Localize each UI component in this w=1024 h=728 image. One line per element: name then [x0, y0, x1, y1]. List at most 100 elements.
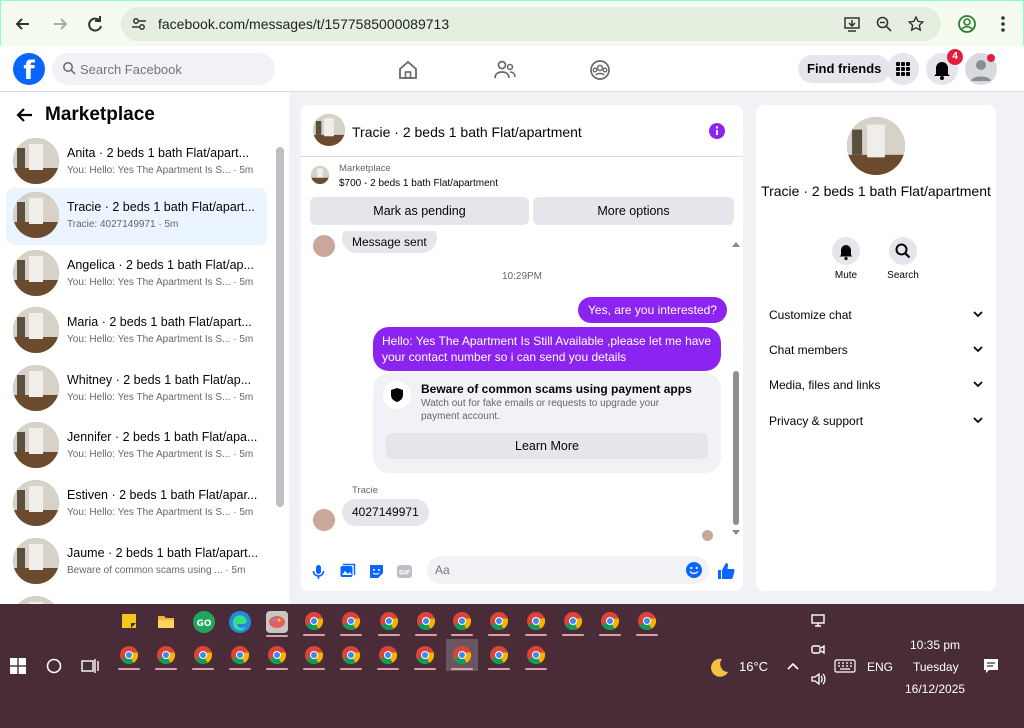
- chrome-window-icon[interactable]: [150, 639, 182, 671]
- info-icon[interactable]: [708, 122, 726, 140]
- chat-scrollbar[interactable]: [733, 371, 739, 525]
- chrome-window-icon[interactable]: [594, 605, 626, 637]
- account-avatar[interactable]: [965, 53, 997, 85]
- chrome-window-icon[interactable]: [446, 639, 478, 671]
- keyboard-icon[interactable]: [834, 659, 856, 673]
- chrome-window-icon[interactable]: [261, 639, 293, 671]
- friends-icon[interactable]: [493, 58, 517, 82]
- windows-start-icon[interactable]: [10, 658, 26, 674]
- media-files-links-item[interactable]: Media, files and links: [769, 378, 984, 392]
- chrome-window-icon[interactable]: [373, 605, 405, 637]
- clock-day[interactable]: Tuesday: [913, 660, 959, 674]
- gif-icon[interactable]: GIF: [396, 563, 413, 580]
- reload-icon[interactable]: [84, 13, 106, 35]
- emoji-icon[interactable]: [685, 561, 703, 579]
- chrome-window-icon[interactable]: [483, 605, 515, 637]
- conversation-scrollbar[interactable]: [276, 147, 284, 507]
- photo-icon[interactable]: [339, 563, 356, 580]
- url-text[interactable]: facebook.com/messages/t/1577585000089713: [158, 16, 449, 32]
- chrome-window-icon[interactable]: [298, 605, 330, 637]
- chrome-window-icon[interactable]: [520, 605, 552, 637]
- chrome-window-icon[interactable]: [410, 605, 442, 637]
- file-explorer-icon[interactable]: [157, 613, 175, 629]
- volume-icon[interactable]: [810, 671, 826, 687]
- conversation-item[interactable]: Whitney · 2 beds 1 bath Flat/ap... You: …: [6, 361, 267, 418]
- forward-icon[interactable]: [49, 13, 71, 35]
- chrome-window-icon[interactable]: [298, 639, 330, 671]
- mark-as-pending-button[interactable]: Mark as pending: [310, 197, 529, 225]
- facebook-logo-icon[interactable]: f: [13, 53, 45, 86]
- message-input[interactable]: [435, 556, 675, 584]
- thumbs-up-icon[interactable]: [716, 561, 736, 581]
- microphone-icon[interactable]: [310, 563, 327, 580]
- edge-browser-icon[interactable]: [229, 611, 251, 633]
- more-options-button[interactable]: More options: [533, 197, 734, 225]
- chrome-window-icon[interactable]: [483, 639, 515, 671]
- scroll-down-icon[interactable]: [731, 529, 741, 537]
- conversation-item[interactable]: Angelica · 2 beds 1 bath Flat/ap... You:…: [6, 246, 267, 303]
- conversation-item[interactable]: Jennifer · 2 beds 1 bath Flat/apa... You…: [6, 418, 267, 475]
- scroll-up-icon[interactable]: [731, 240, 741, 248]
- chrome-window-icon[interactable]: [335, 605, 367, 637]
- conversation-item[interactable]: Jaume · 2 beds 1 bath Flat/apart... Bewa…: [6, 534, 267, 591]
- chat-members-item[interactable]: Chat members: [769, 343, 984, 357]
- read-receipt-avatar: [702, 530, 713, 541]
- bookmark-star-icon[interactable]: [907, 15, 925, 33]
- language-indicator[interactable]: ENG: [867, 660, 893, 674]
- clock-date[interactable]: 16/12/2025: [905, 682, 965, 696]
- chrome-window-icon[interactable]: [335, 639, 367, 671]
- sticker-icon[interactable]: [368, 563, 385, 580]
- groups-icon[interactable]: [588, 58, 612, 82]
- chrome-window-icon[interactable]: [224, 639, 256, 671]
- profile-icon[interactable]: [956, 13, 978, 35]
- chrome-window-icon[interactable]: [631, 605, 663, 637]
- chrome-window-icon[interactable]: [187, 639, 219, 671]
- listing-title[interactable]: $700 - 2 beds 1 bath Flat/apartment: [339, 178, 498, 189]
- chevron-up-icon[interactable]: [786, 659, 800, 673]
- sticky-notes-icon[interactable]: [121, 613, 137, 629]
- search-input[interactable]: [80, 53, 270, 85]
- facebook-search[interactable]: [52, 53, 275, 85]
- message-input-box[interactable]: [427, 556, 709, 584]
- back-arrow-icon[interactable]: [16, 106, 34, 124]
- task-view-icon[interactable]: [81, 657, 99, 675]
- chrome-window-icon[interactable]: [520, 639, 552, 671]
- zoom-icon[interactable]: [875, 15, 893, 33]
- weather-temp[interactable]: 16°C: [739, 659, 768, 674]
- home-icon[interactable]: [396, 58, 420, 82]
- find-friends-button[interactable]: Find friends: [798, 55, 891, 83]
- contact-avatar[interactable]: [847, 117, 905, 175]
- menu-button[interactable]: [887, 53, 919, 85]
- app-icon[interactable]: GO: [193, 611, 215, 633]
- chrome-window-icon[interactable]: [409, 639, 441, 671]
- listing-thumbnail[interactable]: [311, 166, 329, 184]
- conversation-item[interactable]: Estiven · 2 beds 1 bath Flat/apar... You…: [6, 476, 267, 533]
- conversation-item-selected[interactable]: Tracie · 2 beds 1 bath Flat/apart... Tra…: [6, 188, 267, 245]
- chrome-window-icon[interactable]: [113, 639, 145, 671]
- search-in-conversation-button[interactable]: [889, 237, 917, 265]
- chrome-window-icon[interactable]: [372, 639, 404, 671]
- conversation-item[interactable]: Maria · 2 beds 1 bath Flat/apart... You:…: [6, 303, 267, 360]
- chat-title[interactable]: Tracie · 2 beds 1 bath Flat/apartment: [352, 124, 582, 140]
- mute-button[interactable]: [832, 237, 860, 265]
- install-app-icon[interactable]: [843, 15, 861, 33]
- search-circle-icon[interactable]: [46, 658, 62, 674]
- kebab-menu-icon[interactable]: [992, 13, 1014, 35]
- camera-icon[interactable]: [810, 641, 826, 657]
- learn-more-button[interactable]: Learn More: [386, 433, 708, 459]
- network-icon[interactable]: [810, 613, 826, 629]
- chat-avatar[interactable]: [313, 114, 345, 146]
- conversation-preview: You: Hello: Yes The Apartment Is S... · …: [67, 165, 254, 176]
- privacy-support-item[interactable]: Privacy & support: [769, 414, 984, 428]
- customize-chat-item[interactable]: Customize chat: [769, 308, 984, 322]
- site-settings-icon[interactable]: [130, 15, 148, 33]
- weather-moon-icon[interactable]: [707, 655, 731, 679]
- paint-app-icon[interactable]: [266, 611, 288, 633]
- conversation-item[interactable]: Anita · 2 beds 1 bath Flat/apart... You:…: [6, 134, 267, 191]
- chrome-window-icon[interactable]: [557, 605, 589, 637]
- chrome-window-icon[interactable]: [446, 605, 478, 637]
- address-bar[interactable]: facebook.com/messages/t/1577585000089713: [121, 7, 941, 41]
- back-icon[interactable]: [12, 13, 34, 35]
- clock-time[interactable]: 10:35 pm: [910, 638, 960, 652]
- notification-center-icon[interactable]: [983, 658, 999, 674]
